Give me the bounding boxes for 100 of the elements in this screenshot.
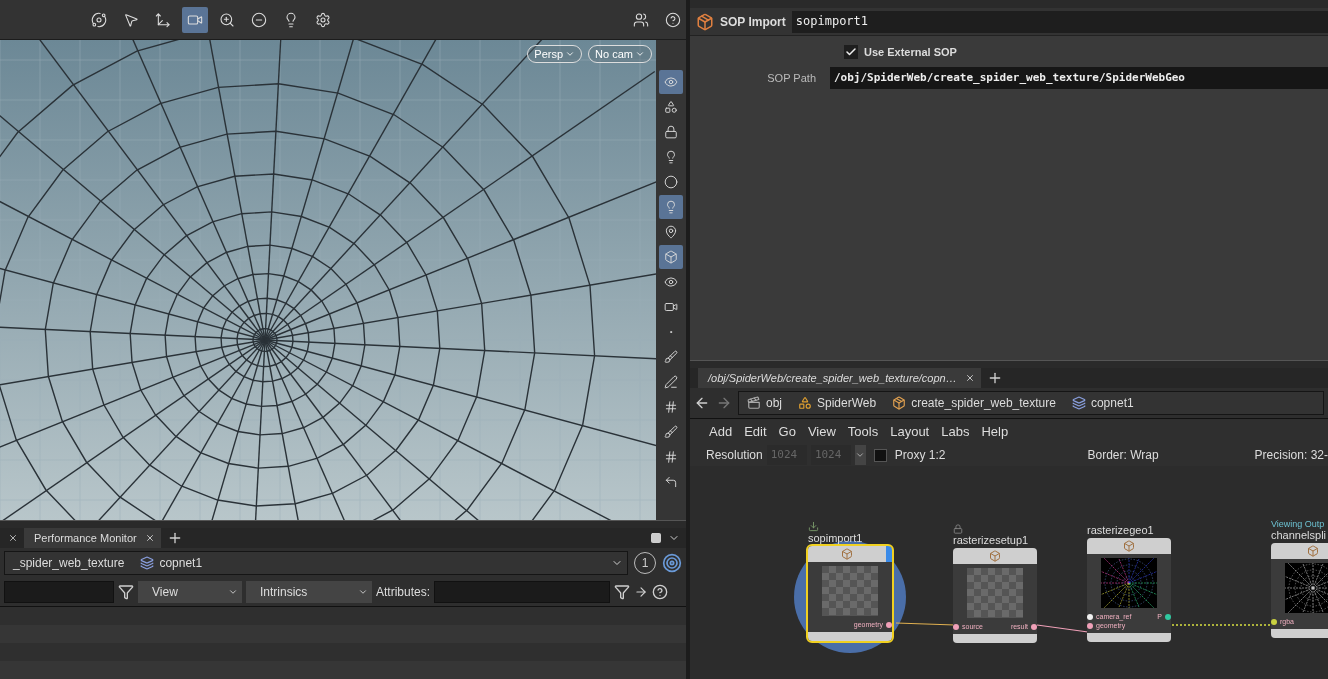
node-note: Viewing Outp <box>1271 519 1326 529</box>
wire <box>895 622 956 626</box>
lock-icon <box>664 125 678 139</box>
menu-item[interactable]: Edit <box>739 424 772 439</box>
settings-icon <box>315 11 331 28</box>
layers-icon <box>1071 396 1086 410</box>
viewport[interactable]: Persp No cam <box>0 40 656 520</box>
video-camera-tool-button[interactable] <box>182 6 208 33</box>
clapperboard-icon <box>747 396 761 410</box>
eye-tool-button[interactable] <box>659 70 683 94</box>
output-port[interactable] <box>1031 623 1037 630</box>
output-port[interactable] <box>886 621 892 628</box>
path-crumb[interactable]: _spider_web_texture <box>5 552 133 574</box>
border-label: Border: Wrap <box>1087 448 1159 462</box>
eye-icon <box>664 75 678 89</box>
path-crumb[interactable]: copnet1 <box>1063 392 1142 414</box>
eye-icon <box>664 275 678 289</box>
menu-item[interactable]: Layout <box>885 424 935 439</box>
menu-item[interactable]: Add <box>704 424 738 439</box>
checkbox-label: Use External SOP <box>864 46 957 58</box>
menu-item[interactable]: Help <box>976 424 1014 439</box>
caret-icon <box>855 450 866 460</box>
lightbulb-icon <box>283 11 299 28</box>
square-icon[interactable] <box>650 532 662 544</box>
path-crumb[interactable]: copnet1 <box>132 552 211 574</box>
menu-item[interactable]: Go <box>773 424 801 439</box>
cube-icon <box>1123 540 1135 552</box>
lightbulb-icon <box>664 200 678 214</box>
close-icon[interactable] <box>964 373 975 383</box>
cube-icon <box>1307 545 1319 557</box>
pane-tab[interactable]: Performance Monitor <box>24 528 161 548</box>
shapes-icon <box>664 100 678 114</box>
help-icon[interactable] <box>652 584 669 600</box>
camera-menu[interactable]: Persp <box>527 45 583 63</box>
wire <box>1036 624 1089 633</box>
cube-icon <box>696 12 714 31</box>
menu-item[interactable]: Tools <box>842 424 884 439</box>
use-external-sop-checkbox[interactable] <box>844 45 858 59</box>
checker-preview <box>967 568 1023 618</box>
attributes-field[interactable] <box>434 581 611 603</box>
cube-icon <box>841 548 853 560</box>
node-type-label: SOP Import <box>720 14 786 29</box>
help-icon <box>665 11 681 28</box>
layers-icon <box>140 556 155 570</box>
zoom-icon <box>219 11 235 28</box>
cube-icon <box>664 250 678 264</box>
web-render-preview <box>1101 558 1157 608</box>
close-icon[interactable] <box>144 533 155 543</box>
brush-icon <box>664 425 678 439</box>
menu-item[interactable]: View <box>802 424 841 439</box>
node-name: rasterizegeo1 <box>1087 524 1155 536</box>
minus-circle-icon <box>251 11 267 28</box>
filter-icon[interactable] <box>614 584 631 600</box>
class-menu[interactable]: Intrinsics <box>246 581 372 603</box>
node-name: sopimport1 <box>808 532 864 544</box>
caret-icon <box>358 587 368 597</box>
sop-path-field[interactable]: /obj/SpiderWeb/create_spider_web_texture/SpiderWebGeo <box>830 67 1328 89</box>
cube-icon <box>989 550 1001 562</box>
brush-icon <box>664 350 678 364</box>
pen-icon <box>664 375 678 389</box>
proxy-checkbox[interactable] <box>873 448 887 462</box>
pin-icon <box>664 225 678 239</box>
node-name: channelspli <box>1271 529 1328 541</box>
input-port[interactable] <box>1087 613 1093 620</box>
video-camera-icon <box>664 300 678 314</box>
close-icon[interactable] <box>8 533 18 543</box>
orbit-icon <box>91 11 107 28</box>
parameter-label: SOP Path <box>766 72 817 84</box>
path-crumb[interactable]: SpiderWeb <box>790 392 885 414</box>
output-port[interactable] <box>1165 613 1171 620</box>
hash-icon <box>664 450 678 464</box>
caret-icon <box>635 49 645 59</box>
web-render-preview <box>1285 563 1328 613</box>
path-crumb[interactable]: obj <box>739 392 790 414</box>
path-crumb[interactable]: create_spider_web_texture <box>884 392 1064 414</box>
circle-icon <box>664 175 678 189</box>
input-port[interactable] <box>1087 622 1093 629</box>
caret-icon <box>565 49 576 59</box>
menu-item[interactable]: Labs <box>936 424 975 439</box>
corner-arrow-icon <box>664 475 678 489</box>
resolution-label: Resolution <box>706 448 763 462</box>
input-port[interactable] <box>953 623 959 630</box>
shapes-icon <box>798 396 812 410</box>
target-icon[interactable] <box>662 553 682 573</box>
proxy-label: Proxy 1:2 <box>894 448 946 462</box>
filter-icon[interactable] <box>118 584 134 600</box>
download-icon <box>808 521 819 532</box>
pane-tab[interactable]: /obj/SpiderWeb/create_spider_web_texture/copn… <box>698 368 981 388</box>
hash-icon <box>664 400 678 414</box>
camera-menu[interactable]: No cam <box>588 45 652 63</box>
users-icon <box>633 11 649 28</box>
input-port[interactable] <box>1271 618 1277 625</box>
node-name: rasterizesetup1 <box>953 534 1030 546</box>
pointer-icon <box>123 11 139 28</box>
lock-icon <box>953 524 963 534</box>
lightbulb-icon <box>664 150 678 164</box>
node-name-field[interactable]: sopimport1 <box>791 10 1328 33</box>
view-menu[interactable]: View <box>138 581 242 603</box>
attributes-label: Attributes: <box>376 585 431 599</box>
filter-field[interactable] <box>4 581 114 603</box>
